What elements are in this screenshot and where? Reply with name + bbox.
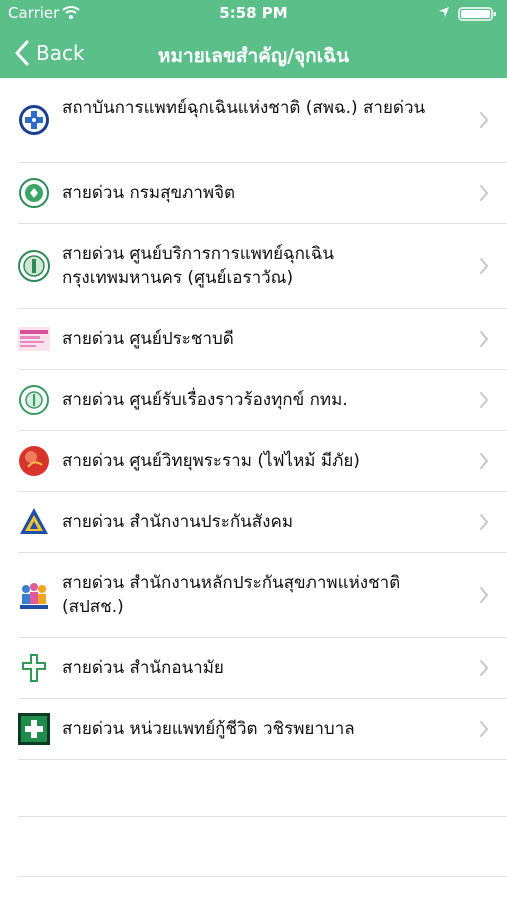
battery-icon (458, 7, 496, 21)
status-time: 5:58 PM (219, 4, 288, 22)
chevron-right-icon (480, 721, 489, 737)
list-item-label: สายด่วน ศูนย์ประชาบดี (62, 329, 234, 349)
status-bar: Carrier 5:58 PM (0, 0, 507, 28)
chevron-right-icon (480, 331, 489, 347)
chevron-right-icon (480, 112, 489, 128)
niem-logo-icon (19, 105, 49, 135)
top-bar: Carrier 5:58 PM Back หมายเลขสำคัญ/จุกเฉิ… (0, 0, 507, 78)
rama-radio-logo-icon (19, 446, 49, 476)
mental-health-logo-icon (19, 178, 49, 208)
chevron-right-icon (480, 258, 489, 274)
chevron-right-icon (480, 392, 489, 408)
list-item[interactable]: สายด่วน ศูนย์ประชาบดี (18, 309, 507, 370)
list-item[interactable]: สายด่วน กรมสุขภาพจิต (18, 163, 507, 224)
chevron-right-icon (480, 660, 489, 676)
health-bureau-logo-icon (22, 654, 46, 682)
list-item-label: สายด่วน สำนักงานประกันสังคม (62, 512, 294, 532)
nhso-logo-icon (20, 583, 48, 609)
list-item[interactable]: สายด่วน สำนักงานประกันสังคม (18, 492, 507, 553)
empty-row-divider (18, 816, 507, 817)
list-item[interactable]: สายด่วน ศูนย์บริการการแพทย์ฉุกเฉิน กรุงเ… (18, 224, 507, 309)
list-item[interactable]: สายด่วน หน่วยแพทย์กู้ชีวิต วชิรพยาบาล (18, 699, 507, 760)
list-item[interactable]: สายด่วน สำนักงานหลักประกันสุขภาพแห่งชาติ… (18, 553, 507, 638)
empty-row-divider (18, 876, 507, 877)
location-arrow-icon (439, 7, 449, 17)
navigation-bar: Back หมายเลขสำคัญ/จุกเฉิน (0, 28, 507, 78)
chevron-right-icon (480, 453, 489, 469)
list-item-label: สถาบันการแพทย์ฉุกเฉินแห่งชาติ (สพฉ.) สาย… (62, 98, 426, 118)
list-item-label: สายด่วน ศูนย์บริการการแพทย์ฉุกเฉิน กรุงเ… (62, 244, 334, 288)
list-item-label: สายด่วน ศูนย์วิทยุพระราม (ไฟไหม้ มีภัย) (62, 451, 360, 471)
list-item-label: สายด่วน สำนักงานหลักประกันสุขภาพแห่งชาติ… (62, 573, 401, 617)
list-item-label: สายด่วน หน่วยแพทย์กู้ชีวิต วชิรพยาบาล (62, 719, 355, 739)
prachabodi-logo-icon (18, 327, 50, 351)
list-item-label: สายด่วน สำนักอนามัย (62, 658, 224, 678)
hotline-list: สถาบันการแพทย์ฉุกเฉินแห่งชาติ (สพฉ.) สาย… (0, 78, 507, 760)
erawan-logo-icon (18, 250, 50, 282)
chevron-right-icon (480, 514, 489, 530)
bma-logo-icon (19, 385, 49, 415)
chevron-right-icon (480, 185, 489, 201)
chevron-right-icon (480, 587, 489, 603)
vajira-rescue-logo-icon (18, 713, 50, 745)
list-item[interactable]: สายด่วน ศูนย์วิทยุพระราม (ไฟไหม้ มีภัย) (18, 431, 507, 492)
list-item-label: สายด่วน กรมสุขภาพจิต (62, 183, 236, 203)
sso-logo-icon (20, 508, 48, 534)
list-item-label: สายด่วน ศูนย์รับเรื่องราวร้องทุกข์ กทม. (62, 390, 348, 410)
list-item[interactable]: สถาบันการแพทย์ฉุกเฉินแห่งชาติ (สพฉ.) สาย… (18, 78, 507, 163)
list-item[interactable]: สายด่วน ศูนย์รับเรื่องราวร้องทุกข์ กทม. (18, 370, 507, 431)
list-item[interactable]: สายด่วน สำนักอนามัย (18, 638, 507, 699)
page-title: หมายเลขสำคัญ/จุกเฉิน (157, 45, 350, 67)
